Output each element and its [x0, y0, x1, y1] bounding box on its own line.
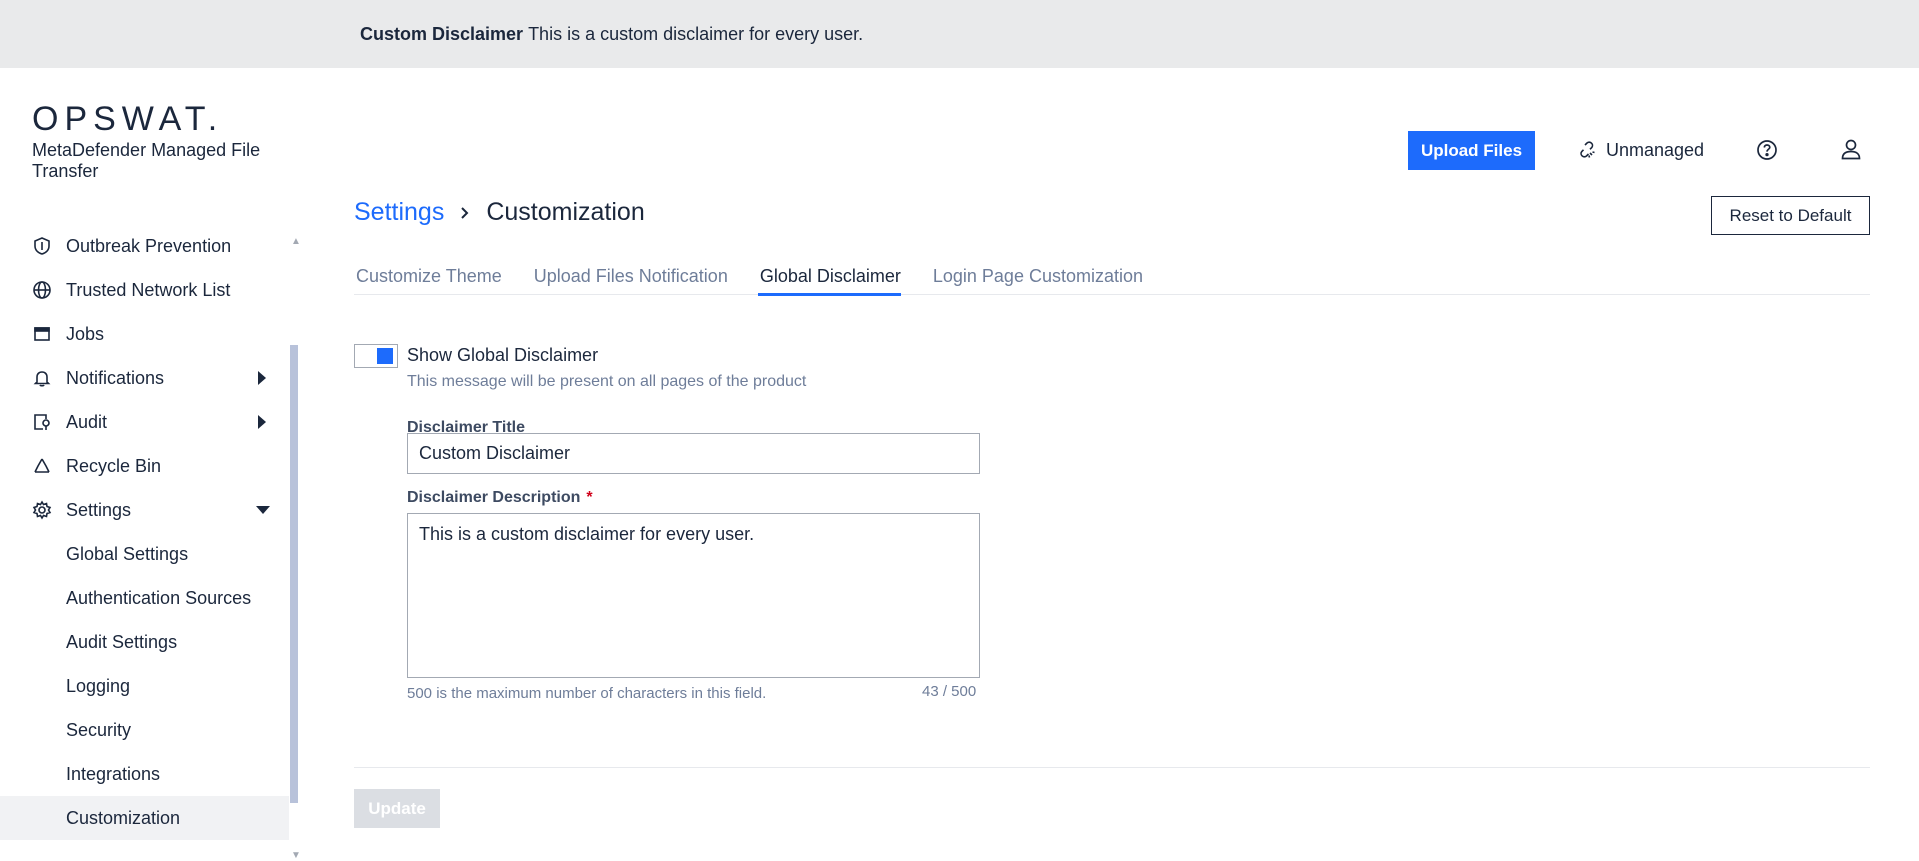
- sidebar-item-label: Settings: [66, 499, 132, 520]
- unmanaged-status-button[interactable]: Unmanaged: [1578, 138, 1704, 162]
- disclaimer-description-label: Disclaimer Description: [407, 489, 581, 506]
- breadcrumb: Settings Customization: [354, 198, 645, 227]
- sidebar-item-label: Logging: [66, 675, 131, 696]
- sidebar-item-label: Audit: [66, 411, 108, 432]
- collapse-arrow-icon[interactable]: [256, 506, 270, 514]
- show-global-disclaimer-toggle[interactable]: [354, 344, 398, 368]
- character-count: 43 / 500: [922, 683, 977, 700]
- help-icon[interactable]: [1756, 139, 1778, 161]
- expand-arrow-icon[interactable]: [258, 415, 266, 429]
- breadcrumb-settings-link[interactable]: Settings: [354, 198, 444, 227]
- sidebar-subitem-security[interactable]: Security: [0, 708, 289, 752]
- update-button[interactable]: Update: [354, 789, 440, 828]
- logo-wordmark: OPSWAT.: [32, 100, 224, 138]
- sidebar-item-label: Customization: [66, 807, 181, 828]
- sidebar-item-label: Global Settings: [66, 543, 189, 564]
- sidebar-item-notifications[interactable]: Notifications: [0, 356, 289, 400]
- sidebar-item-label: Integrations: [66, 763, 161, 784]
- sidebar-item-label: Outbreak Prevention: [66, 235, 232, 256]
- sidebar-item-label: Authentication Sources: [66, 587, 252, 608]
- gear-icon: [32, 500, 52, 520]
- required-marker: *: [586, 489, 593, 506]
- sidebar-item-label: Recycle Bin: [66, 455, 162, 476]
- recycle-icon: [34, 458, 50, 473]
- tab-global-disclaimer[interactable]: Global Disclaimer: [757, 263, 901, 296]
- tab-login-page-customization[interactable]: Login Page Customization: [931, 263, 1143, 295]
- sidebar-subitem-global-settings[interactable]: Global Settings: [0, 532, 289, 576]
- sidebar-item-label: Audit Settings: [66, 631, 178, 652]
- unmanaged-label: Unmanaged: [1606, 139, 1705, 160]
- max-characters-help: 500 is the maximum number of characters …: [407, 685, 767, 702]
- toggle-knob: [377, 348, 393, 364]
- audit-icon: [34, 414, 50, 430]
- upload-files-button[interactable]: Upload Files: [1408, 131, 1535, 170]
- sidebar-scrollbar[interactable]: [290, 345, 298, 803]
- chevron-right-icon: [461, 206, 469, 219]
- shield-icon: [34, 237, 50, 255]
- sidebar-nav: Outbreak Prevention Trusted Network List…: [0, 224, 289, 840]
- sidebar-item-recycle-bin[interactable]: Recycle Bin: [0, 444, 289, 488]
- sidebar-item-settings[interactable]: Settings: [0, 488, 289, 532]
- sidebar-subitem-authentication-sources[interactable]: Authentication Sources: [0, 576, 289, 620]
- sidebar-item-audit[interactable]: Audit: [0, 400, 289, 444]
- sidebar-subitem-audit-settings[interactable]: Audit Settings: [0, 620, 289, 664]
- globe-icon: [33, 281, 51, 299]
- bell-icon: [33, 371, 51, 387]
- disclaimer-bar-text: This is a custom disclaimer for every us…: [528, 23, 864, 44]
- expand-arrow-icon[interactable]: [258, 371, 266, 385]
- sidebar-item-outbreak-prevention[interactable]: Outbreak Prevention: [0, 224, 289, 268]
- scroll-down-arrow-icon[interactable]: ▼: [291, 850, 301, 861]
- disclaimer-description-label-row: Disclaimer Description *: [407, 489, 593, 507]
- scroll-up-arrow-icon[interactable]: ▲: [291, 236, 301, 247]
- broken-link-icon: [1580, 141, 1595, 158]
- toggle-help-text: This message will be present on all page…: [407, 373, 807, 390]
- opswat-logo: OPSWAT.: [32, 100, 224, 138]
- sidebar-item-jobs[interactable]: Jobs: [0, 312, 289, 356]
- product-name: MetaDefender Managed File Transfer: [32, 140, 261, 181]
- toggle-label: Show Global Disclaimer: [407, 345, 599, 365]
- tab-customize-theme[interactable]: Customize Theme: [354, 263, 502, 295]
- disclaimer-bar-title: Custom Disclaimer: [360, 23, 524, 44]
- disclaimer-title-input[interactable]: Custom Disclaimer: [407, 433, 980, 474]
- sidebar-item-label: Trusted Network List: [66, 279, 231, 300]
- form-divider: [354, 767, 1870, 768]
- global-disclaimer-bar: Custom Disclaimer This is a custom discl…: [0, 0, 1919, 68]
- reset-to-default-button[interactable]: Reset to Default: [1711, 196, 1870, 235]
- user-icon[interactable]: [1839, 137, 1863, 161]
- page-title: Customization: [486, 198, 645, 226]
- customization-tabs: Customize Theme Upload Files Notificatio…: [354, 263, 1870, 296]
- sidebar-item-label: Notifications: [66, 367, 165, 388]
- sidebar-item-trusted-network-list[interactable]: Trusted Network List: [0, 268, 289, 312]
- disclaimer-description-textarea[interactable]: This is a custom disclaimer for every us…: [407, 513, 980, 678]
- window-icon: [34, 327, 50, 341]
- sidebar-subitem-logging[interactable]: Logging: [0, 664, 289, 708]
- tab-upload-files-notification[interactable]: Upload Files Notification: [532, 263, 728, 295]
- sidebar-item-label: Jobs: [66, 323, 105, 344]
- sidebar-subitem-integrations[interactable]: Integrations: [0, 752, 289, 796]
- sidebar-subitem-customization[interactable]: Customization: [0, 796, 289, 840]
- sidebar-item-label: Security: [66, 719, 132, 740]
